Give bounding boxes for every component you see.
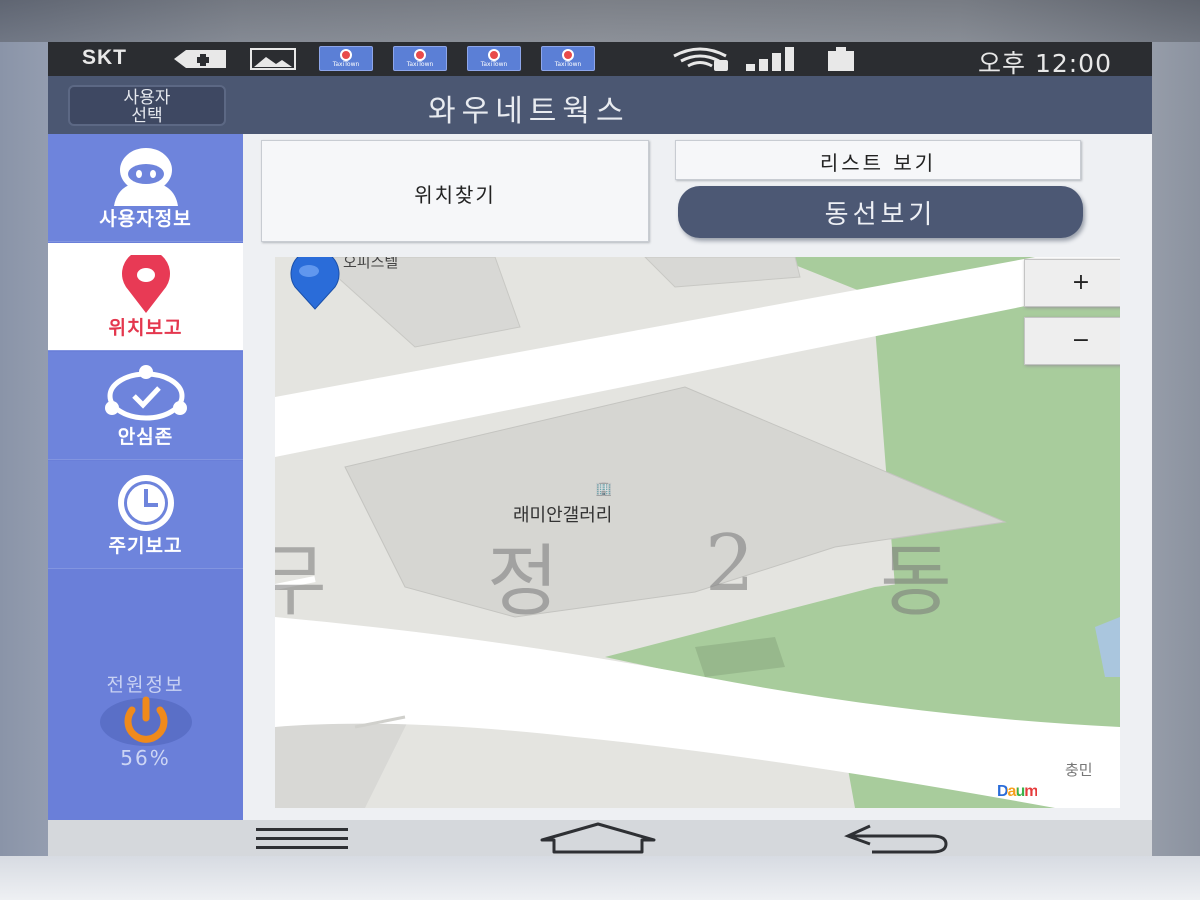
map-view[interactable]: 오피스텔 🏢 래미안갤러리 무 정 2 동 충민 + − Daum	[275, 257, 1120, 808]
user-select-button-line2: 선택	[131, 106, 163, 126]
app-notification-icon: TaxiTown	[319, 46, 373, 71]
sidebar-item-label: 안심존	[117, 426, 174, 448]
carrier-label: SKT	[82, 46, 127, 69]
phone-screen: SKT TaxiTown TaxiTown TaxiTown TaxiTown …	[48, 42, 1152, 856]
map-street-label: 충민	[1065, 761, 1093, 779]
district-label-char: 무	[275, 537, 327, 627]
battery-icon	[828, 47, 854, 71]
power-info-label: 전원정보	[106, 674, 185, 696]
sidebar: 사용자정보 위치보고 안심존 주기보고 전원정보 56%	[48, 134, 243, 820]
back-icon[interactable]	[842, 822, 952, 854]
sidebar-item-safe-zone[interactable]: 안심존	[48, 352, 243, 460]
battery-percent: 56%	[120, 746, 171, 770]
menu-icon[interactable]	[252, 822, 352, 854]
find-location-button[interactable]: 위치찾기	[261, 140, 649, 242]
navigation-bar	[48, 820, 1152, 856]
sidebar-item-label: 위치보고	[108, 317, 183, 339]
title-bar: 사용자 선택 와우네트웍스	[48, 76, 1152, 134]
sidebar-item-user-info[interactable]: 사용자정보	[48, 134, 243, 242]
plus-badge-icon	[174, 50, 226, 68]
image-icon	[250, 48, 296, 70]
background-blur-bottom	[0, 856, 1200, 900]
district-label-char: 2	[705, 519, 755, 609]
location-pin-icon	[122, 255, 170, 313]
background-blur-top	[0, 0, 1200, 42]
location-marker-icon[interactable]	[275, 257, 355, 311]
zoom-out-button[interactable]: −	[1024, 317, 1120, 365]
app-notification-icon: TaxiTown	[393, 46, 447, 71]
building-icon: 🏢	[595, 481, 613, 497]
wifi-lock-icon	[673, 47, 728, 71]
main-content: 위치찾기 리스트 보기 동선보기 오피스텔 🏢 래미안갤러리 무 정 2 동 충…	[243, 134, 1152, 820]
sidebar-item-label: 주기보고	[108, 535, 183, 557]
status-bar: SKT TaxiTown TaxiTown TaxiTown TaxiTown …	[48, 42, 1152, 78]
safe-zone-icon	[105, 365, 187, 421]
app-notification-icon: TaxiTown	[541, 46, 595, 71]
clock-icon	[118, 475, 174, 531]
clock-time: 오후 12:00	[978, 49, 1112, 78]
home-icon[interactable]	[538, 822, 658, 854]
list-view-button[interactable]: 리스트 보기	[675, 140, 1081, 180]
district-label-char: 동	[880, 537, 952, 627]
sidebar-item-periodic-report[interactable]: 주기보고	[48, 461, 243, 569]
district-label-char: 정	[487, 537, 559, 627]
signal-icon	[746, 47, 794, 71]
power-icon	[100, 696, 192, 746]
user-icon	[114, 148, 178, 206]
route-view-button[interactable]: 동선보기	[678, 186, 1083, 238]
map-canvas	[275, 257, 1120, 808]
page-title: 와우네트웍스	[428, 94, 630, 129]
user-select-button[interactable]: 사용자 선택	[68, 85, 226, 126]
app-notification-icon: TaxiTown	[467, 46, 521, 71]
daum-logo: Daum	[997, 783, 1038, 800]
user-select-button-line1: 사용자	[123, 88, 171, 108]
sidebar-item-location-report[interactable]: 위치보고	[48, 243, 243, 351]
zoom-in-button[interactable]: +	[1024, 259, 1120, 307]
sidebar-item-label: 사용자정보	[99, 208, 192, 230]
